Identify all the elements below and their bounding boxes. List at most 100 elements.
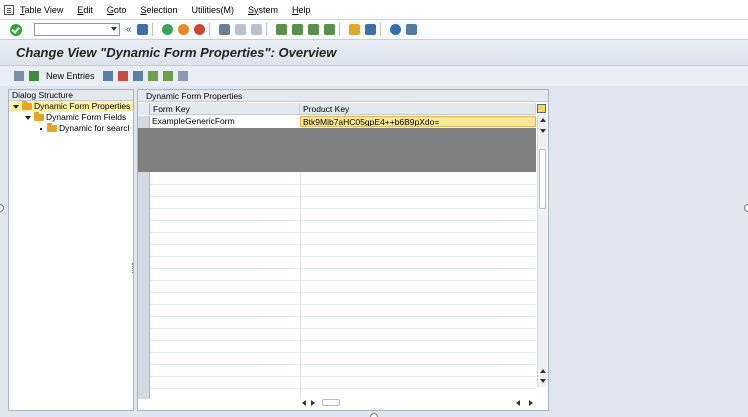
print-icon[interactable] — [218, 24, 230, 35]
scroll-left-icon[interactable] — [302, 400, 306, 406]
leaf-bullet-icon — [40, 128, 42, 130]
table-panel: Dynamic Form Properties Form Key Product… — [137, 89, 549, 411]
dialog-structure-header: Dialog Structure — [9, 90, 133, 101]
dialog-structure-panel: Dialog Structure Dynamic Form Properties… — [8, 89, 134, 411]
customize-layout-icon[interactable] — [405, 24, 417, 35]
first-page-icon[interactable] — [275, 24, 287, 35]
grid-line — [150, 376, 536, 377]
folder-icon — [34, 112, 44, 121]
scroll-right-icon[interactable] — [311, 400, 315, 406]
menu-utilities[interactable]: Utilities(M) — [191, 5, 234, 15]
shortcut-icon[interactable] — [364, 24, 376, 35]
select-all-cell[interactable] — [138, 103, 150, 115]
expand-triangle-icon[interactable] — [25, 116, 31, 120]
vertical-scrollbar[interactable] — [537, 115, 547, 387]
left-edge-handle[interactable] — [0, 204, 4, 212]
last-page-icon[interactable] — [323, 24, 335, 35]
scroll-left-icon[interactable] — [516, 400, 520, 406]
find-icon[interactable] — [234, 24, 246, 35]
grid-line — [150, 244, 536, 245]
table-control: Form Key Product Key ExampleGenericForm … — [138, 103, 548, 408]
double-chevron-icon[interactable]: « — [126, 24, 132, 35]
next-page-icon[interactable] — [307, 24, 319, 35]
folder-open-icon — [22, 101, 32, 110]
menu-selection[interactable]: Selection — [140, 5, 177, 15]
menu-goto[interactable]: Goto — [107, 5, 127, 15]
right-edge-handle[interactable] — [744, 204, 748, 212]
gray-overlay-area — [138, 128, 536, 172]
grid-line — [150, 184, 536, 185]
bottom-edge-handle[interactable] — [370, 413, 378, 417]
grid-line — [150, 364, 536, 365]
cancel-icon[interactable] — [193, 24, 205, 35]
menu-system[interactable]: System — [248, 5, 278, 15]
select-all-icon[interactable] — [147, 71, 158, 81]
scroll-down-icon[interactable] — [540, 129, 546, 133]
grid-line — [150, 352, 536, 353]
grid-line — [150, 220, 536, 221]
copy-icon[interactable] — [102, 71, 113, 81]
table-title: Dynamic Form Properties — [138, 90, 548, 102]
scroll-right-icon[interactable] — [529, 400, 533, 406]
form-key-cell[interactable]: ExampleGenericForm — [150, 116, 300, 127]
undo-change-icon[interactable] — [132, 71, 143, 81]
expand-triangle-icon[interactable] — [13, 105, 19, 109]
grid-line — [150, 268, 536, 269]
column-header-product-key[interactable]: Product Key — [300, 103, 536, 115]
find-next-icon[interactable] — [250, 24, 262, 35]
grid-line — [150, 280, 536, 281]
grid-line — [150, 256, 536, 257]
panel-splitter[interactable] — [132, 263, 134, 273]
toolbar-separator — [379, 23, 381, 36]
grid-line — [150, 340, 536, 341]
scroll-thumb[interactable] — [539, 149, 546, 209]
create-session-icon[interactable] — [348, 24, 360, 35]
horizontal-scrollbar[interactable] — [300, 398, 545, 408]
scroll-up-icon[interactable] — [540, 369, 546, 373]
scroll-up-icon[interactable] — [540, 118, 546, 122]
grid-line — [150, 232, 536, 233]
grid-line — [150, 208, 536, 209]
tree-item-dynamic-form-properties[interactable]: Dynamic Form Properties — [9, 101, 133, 112]
grid-line — [150, 388, 536, 389]
tree-item-dynamic-form-fields[interactable]: Dynamic Form Fields — [9, 112, 133, 123]
new-entries-button[interactable]: New Entries — [46, 71, 95, 81]
page-title: Change View "Dynamic Form Properties": O… — [16, 45, 337, 60]
previous-page-icon[interactable] — [291, 24, 303, 35]
exit-icon[interactable] — [177, 24, 189, 35]
other-view-icon[interactable] — [29, 71, 39, 81]
grid-line — [150, 304, 536, 305]
deselect-all-icon[interactable] — [177, 71, 188, 81]
chevron-down-icon[interactable] — [111, 27, 117, 31]
menu-help[interactable]: Help — [292, 5, 311, 15]
application-toolbar: New Entries — [0, 66, 748, 86]
enter-icon[interactable] — [10, 23, 22, 36]
toolbar-separator — [208, 23, 210, 36]
menu-edit[interactable]: Edit — [77, 5, 93, 15]
standard-toolbar: « — [0, 20, 748, 40]
menu-table-view[interactable]: Table View — [20, 5, 63, 15]
title-bar: Change View "Dynamic Form Properties": O… — [0, 40, 748, 66]
grid-line — [150, 196, 536, 197]
help-icon[interactable] — [389, 24, 401, 35]
product-key-input[interactable]: Btk9Mib7aHC05gpE4++b6B9pXdo= — [300, 116, 536, 127]
menu-bar: Table View Edit Goto Selection Utilities… — [0, 0, 748, 20]
display-change-icon[interactable] — [14, 71, 24, 81]
scroll-thumb[interactable] — [322, 399, 340, 406]
folder-icon — [47, 123, 57, 132]
delete-icon[interactable] — [117, 71, 128, 81]
toolbar-separator — [151, 23, 153, 36]
scroll-down-icon[interactable] — [540, 379, 546, 383]
grid-line — [150, 316, 536, 317]
grid-line — [150, 328, 536, 329]
back-icon[interactable] — [161, 24, 173, 35]
save-icon[interactable] — [136, 24, 148, 35]
select-block-icon[interactable] — [162, 71, 173, 81]
system-menu-icon[interactable] — [4, 4, 14, 15]
grid-line — [150, 292, 536, 293]
command-field[interactable] — [34, 23, 120, 36]
toolbar-separator — [265, 23, 267, 36]
column-header-form-key[interactable]: Form Key — [150, 103, 300, 115]
tree-item-dynamic-for-search[interactable]: Dynamic for searcl — [9, 123, 133, 134]
table-settings-icon[interactable] — [537, 104, 546, 113]
